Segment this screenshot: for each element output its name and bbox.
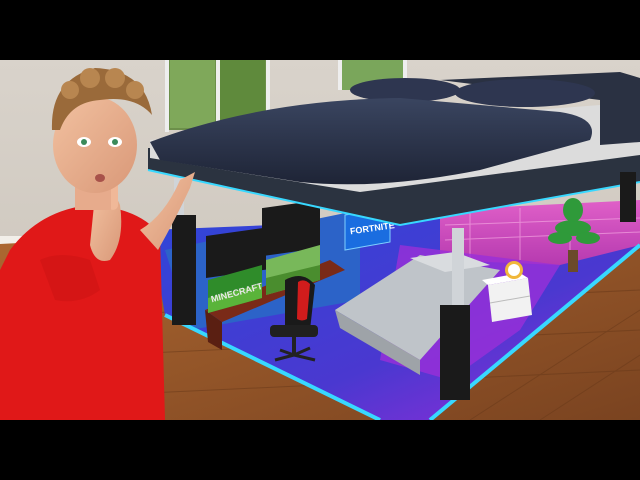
alarm-clock-icon	[505, 261, 523, 279]
letterbox-bottom	[0, 420, 640, 480]
thumbnail-image: MINECRAFT FORTNITE	[0, 60, 640, 420]
letterbox-top	[0, 0, 640, 60]
